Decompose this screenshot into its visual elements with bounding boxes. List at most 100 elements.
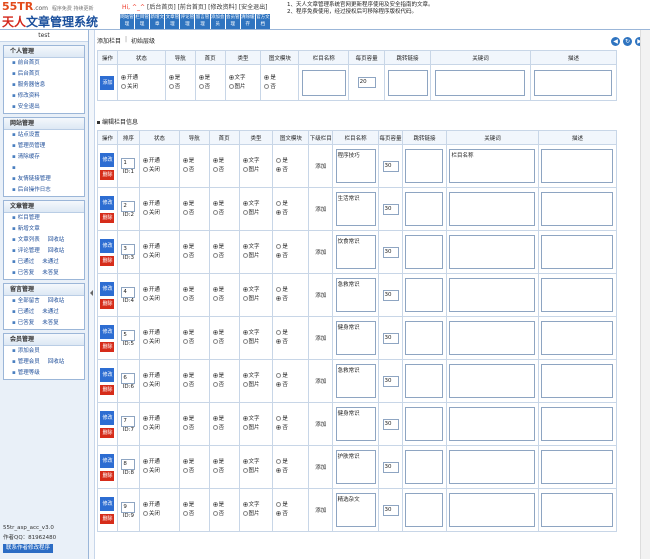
sidebar-item-label[interactable]: 修改资料	[18, 91, 40, 102]
sidebar-item-label[interactable]: 添加会员	[18, 346, 40, 357]
radio-option[interactable]	[276, 201, 282, 206]
sidebar-item[interactable]: ▪ 文章列表 回收站	[4, 235, 84, 246]
radio-option[interactable]	[276, 373, 282, 378]
refresh-icon[interactable]: ↻	[623, 37, 632, 46]
sidebar-item[interactable]: ▪ 已答复 未答复	[4, 318, 84, 329]
radio-option[interactable]	[242, 459, 248, 464]
radio-option[interactable]	[212, 382, 218, 387]
sidebar-item-label[interactable]: 已通过	[18, 307, 35, 318]
sidebar-item[interactable]: ▪ 后台首页	[4, 69, 84, 80]
radio-option[interactable]	[142, 244, 148, 249]
radio-option[interactable]	[276, 339, 282, 344]
keyword-input[interactable]	[449, 493, 536, 527]
radio-option[interactable]	[182, 158, 188, 163]
top-user-links[interactable]: Hi, ^_^ [后台首页] [前台首页] [修改资料] [安全退出]	[122, 2, 267, 11]
delete-button[interactable]: 删除	[100, 212, 115, 223]
description-input[interactable]	[541, 450, 614, 484]
radio-option[interactable]	[242, 210, 248, 215]
radio-option[interactable]	[276, 330, 282, 335]
radio-option[interactable]	[142, 167, 148, 172]
radio-option[interactable]	[142, 373, 148, 378]
edit-button[interactable]: 修改	[100, 281, 115, 296]
radio-option[interactable]	[276, 459, 282, 464]
sidebar-item-label[interactable]: 站点设置	[18, 130, 40, 141]
sidebar-group-title[interactable]: 留言管理	[4, 284, 84, 296]
radio-option[interactable]	[242, 330, 248, 335]
add-sub-link[interactable]: 添加	[315, 336, 326, 342]
column-name-input[interactable]: 饮食常识	[335, 235, 376, 269]
sidebar-item-label[interactable]: 安全退出	[18, 102, 40, 113]
sidebar-item[interactable]: ▪ 管理等级	[4, 368, 84, 379]
add-sub-link[interactable]: 添加	[315, 422, 326, 428]
radio-option[interactable]	[182, 201, 188, 206]
add-sub-link[interactable]: 添加	[315, 250, 326, 256]
sidebar-item-label[interactable]: 评论管理	[18, 246, 40, 257]
sidebar-item[interactable]: ▪ 站点设置	[4, 130, 84, 141]
radio-option[interactable]	[142, 425, 148, 430]
jump-link-input[interactable]	[405, 235, 444, 269]
radio-option[interactable]	[212, 253, 218, 258]
radio-option[interactable]	[276, 502, 282, 507]
radio-option[interactable]	[182, 511, 188, 516]
sidebar-item[interactable]: ▪ 添加会员	[4, 346, 84, 357]
page-size-input[interactable]: 30	[382, 332, 399, 344]
sidebar-item-label[interactable]: 服务器信息	[18, 80, 46, 91]
page-size-input[interactable]: 30	[382, 246, 399, 258]
radio-option[interactable]	[142, 468, 148, 473]
top-nav-item[interactable]: 官方文档	[255, 14, 270, 29]
radio-option[interactable]	[276, 158, 282, 163]
jump-link-input[interactable]	[405, 278, 444, 312]
jump-link-input[interactable]	[405, 450, 444, 484]
sidebar-item[interactable]: ▪ 已答复 未答复	[4, 268, 84, 279]
jump-link-input[interactable]	[405, 364, 444, 398]
radio-option[interactable]	[276, 210, 282, 215]
delete-button[interactable]: 删除	[100, 169, 115, 180]
keyword-input[interactable]	[449, 364, 536, 398]
edit-button[interactable]: 修改	[100, 195, 115, 210]
add-sub-link[interactable]: 添加	[315, 293, 326, 299]
sidebar-item[interactable]: ▪ 新增文章	[4, 224, 84, 235]
radio-option[interactable]	[242, 339, 248, 344]
delete-button[interactable]: 删除	[100, 513, 115, 524]
radio-option[interactable]	[142, 296, 148, 301]
description-input[interactable]	[541, 321, 614, 355]
sidebar-item-label[interactable]: 已通过	[18, 257, 35, 268]
radio-option[interactable]	[212, 201, 218, 206]
back-icon[interactable]: ◀	[611, 37, 620, 46]
radio-option[interactable]	[276, 287, 282, 292]
radio-option[interactable]	[182, 339, 188, 344]
sidebar-item-label[interactable]: 新增文章	[18, 224, 40, 235]
add-keyword-input[interactable]	[435, 69, 526, 96]
sidebar-item[interactable]: ▪ 友情链接管理	[4, 174, 84, 185]
radio-option[interactable]	[182, 373, 188, 378]
radio-option[interactable]	[212, 167, 218, 172]
sidebar-item-label[interactable]: 友情链接管理	[18, 174, 51, 185]
sort-input[interactable]: 7	[121, 415, 136, 427]
sidebar-group-title[interactable]: 会员管理	[4, 334, 84, 346]
edit-button[interactable]: 修改	[100, 453, 115, 468]
radio-option[interactable]	[182, 167, 188, 172]
column-name-input[interactable]: 健身常识	[335, 407, 376, 441]
sort-input[interactable]: 5	[121, 329, 136, 341]
radio-option[interactable]	[182, 330, 188, 335]
radio-option[interactable]	[142, 511, 148, 516]
radio-option[interactable]	[182, 244, 188, 249]
sidebar-item[interactable]: ▪ 清除缓存	[4, 152, 84, 163]
radio-option[interactable]	[212, 210, 218, 215]
radio-option[interactable]	[142, 330, 148, 335]
radio-option[interactable]	[242, 502, 248, 507]
sidebar-item-label[interactable]: 已答复	[18, 268, 35, 279]
sidebar-item-label[interactable]: 后台首页	[18, 69, 40, 80]
jump-link-input[interactable]	[405, 493, 444, 527]
keyword-input[interactable]	[449, 321, 536, 355]
radio-option[interactable]	[276, 253, 282, 258]
sort-input[interactable]: 6	[121, 372, 136, 384]
page-size-input[interactable]: 30	[382, 289, 399, 301]
radio-option[interactable]	[276, 244, 282, 249]
keyword-input[interactable]: 栏目名称	[449, 149, 536, 183]
radio-option[interactable]	[212, 468, 218, 473]
jump-link-input[interactable]	[405, 192, 444, 226]
radio-option[interactable]	[182, 296, 188, 301]
sort-input[interactable]: 4	[121, 286, 136, 298]
radio-option[interactable]	[276, 425, 282, 430]
